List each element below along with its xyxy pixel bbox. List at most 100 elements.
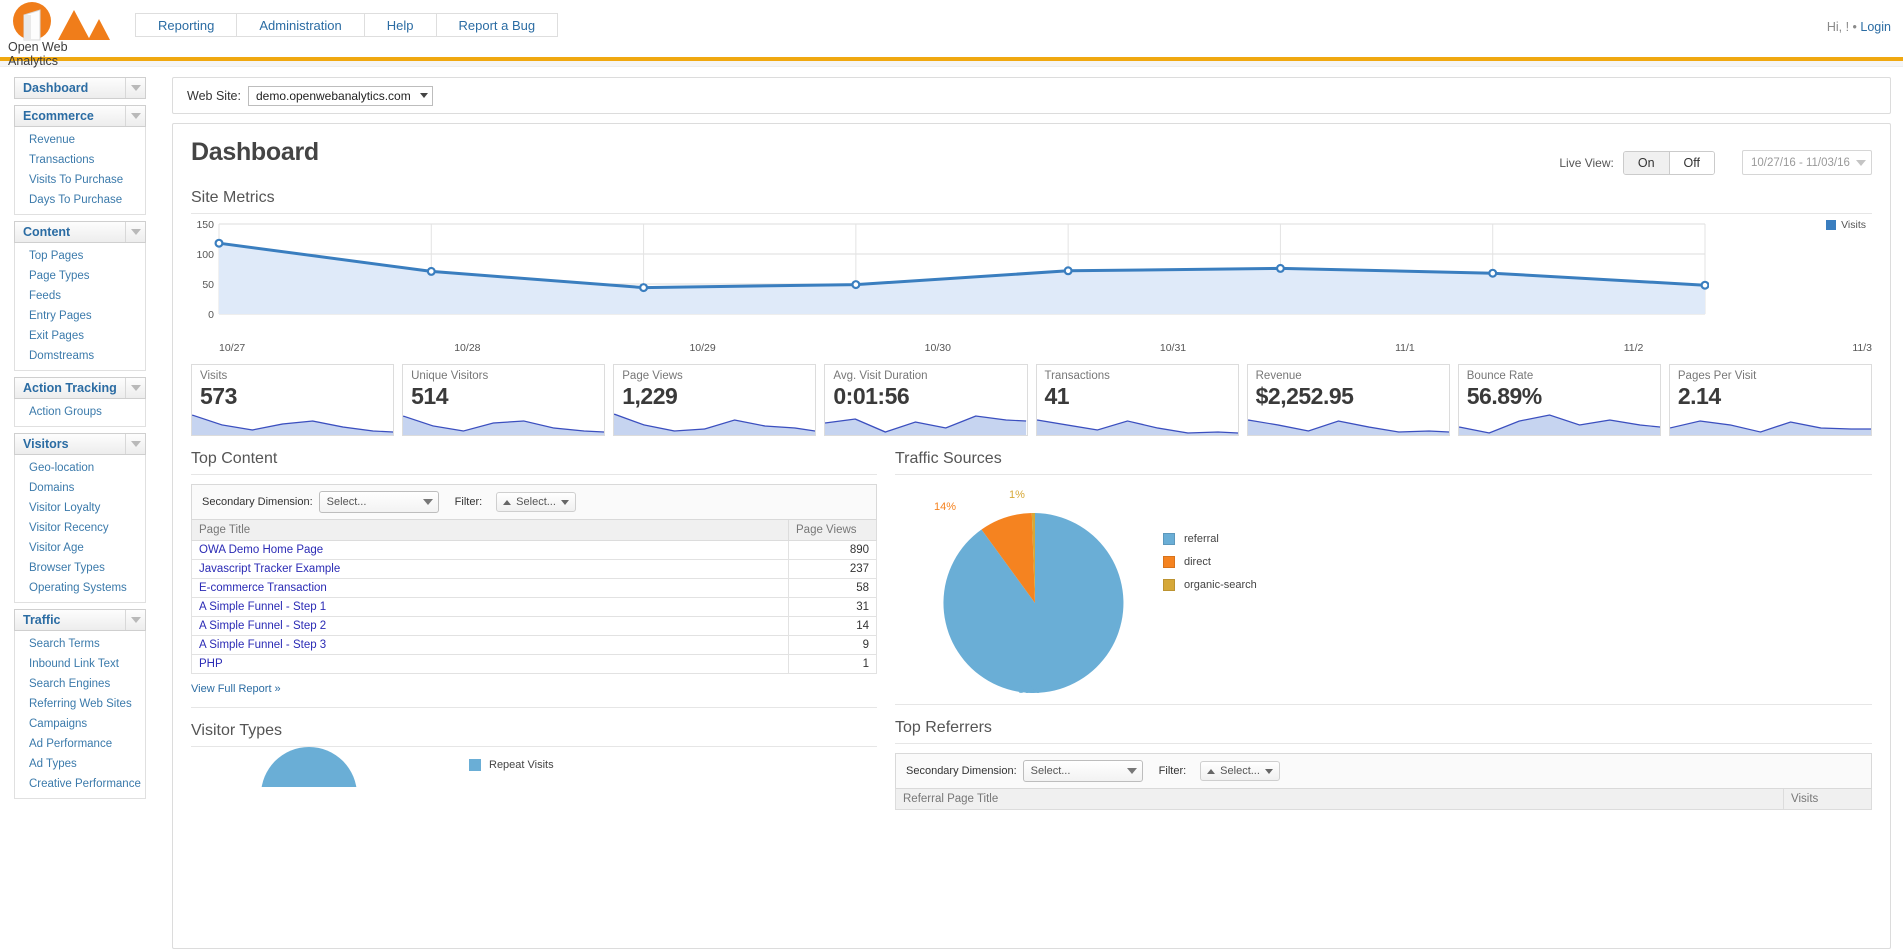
column-header-page-title[interactable]: Page Title bbox=[192, 520, 789, 541]
metric-card-page-views[interactable]: Page Views 1,229 bbox=[613, 364, 816, 436]
owa-logo[interactable]: Open Web Analytics bbox=[6, 2, 111, 56]
page-title-link[interactable]: OWA Demo Home Page bbox=[199, 544, 323, 556]
sidebar-item-search-terms[interactable]: Search Terms bbox=[15, 634, 145, 654]
sidebar-item-visitors[interactable]: Visitors bbox=[14, 433, 146, 455]
nav-tab-report-a-bug[interactable]: Report a Bug bbox=[437, 13, 559, 37]
sidebar-item-visitor-recency[interactable]: Visitor Recency bbox=[15, 518, 145, 538]
logo-wordmark: Open Web Analytics bbox=[8, 40, 111, 68]
filter-value: Select... bbox=[1220, 765, 1260, 777]
section-divider bbox=[895, 474, 1872, 475]
right-column: Traffic Sources 85% 14% 1% bbox=[895, 450, 1872, 810]
nav-tab-administration[interactable]: Administration bbox=[237, 13, 364, 37]
sidebar-item-days-to-purchase[interactable]: Days To Purchase bbox=[15, 190, 145, 210]
sidebar-item-browser-types[interactable]: Browser Types bbox=[15, 558, 145, 578]
sidebar-item-action-groups[interactable]: Action Groups bbox=[15, 402, 145, 422]
chevron-down-icon[interactable] bbox=[125, 78, 145, 98]
table-row[interactable]: E-commerce Transaction 58 bbox=[192, 579, 877, 598]
metric-label: Unique Visitors bbox=[403, 365, 604, 382]
chevron-down-icon[interactable] bbox=[125, 106, 145, 126]
sidebar-item-ad-types[interactable]: Ad Types bbox=[15, 754, 145, 774]
nav-tab-help[interactable]: Help bbox=[365, 13, 437, 37]
section-divider bbox=[191, 474, 877, 475]
table-row[interactable]: A Simple Funnel - Step 1 31 bbox=[192, 598, 877, 617]
sidebar-item-top-pages[interactable]: Top Pages bbox=[15, 246, 145, 266]
secondary-dimension-select[interactable]: Select... bbox=[319, 491, 439, 513]
date-range-picker[interactable]: 10/27/16 - 11/03/16 bbox=[1742, 150, 1872, 175]
x-tick: 11/3 bbox=[1852, 342, 1872, 354]
sidebar-item-inbound-link-text[interactable]: Inbound Link Text bbox=[15, 654, 145, 674]
website-select[interactable]: demo.openwebanalytics.com bbox=[248, 86, 433, 106]
chevron-down-icon[interactable] bbox=[125, 434, 145, 454]
column-header-page-views[interactable]: Page Views bbox=[789, 520, 877, 541]
section-divider bbox=[895, 743, 1872, 744]
table-row[interactable]: PHP 1 bbox=[192, 655, 877, 674]
metric-card-transactions[interactable]: Transactions 41 bbox=[1036, 364, 1239, 436]
page-title-link[interactable]: A Simple Funnel - Step 3 bbox=[199, 639, 326, 651]
sidebar-item-visitor-loyalty[interactable]: Visitor Loyalty bbox=[15, 498, 145, 518]
live-view-off-button[interactable]: Off bbox=[1670, 152, 1714, 174]
sidebar-item-creative-performance[interactable]: Creative Performance bbox=[15, 774, 145, 794]
chevron-down-icon[interactable] bbox=[125, 610, 145, 630]
page-title-link[interactable]: PHP bbox=[199, 658, 223, 670]
metric-card-bounce-rate[interactable]: Bounce Rate 56.89% bbox=[1458, 364, 1661, 436]
metric-label: Revenue bbox=[1248, 365, 1449, 382]
filter-value: Select... bbox=[516, 496, 556, 508]
sidebar-item-search-engines[interactable]: Search Engines bbox=[15, 674, 145, 694]
chevron-down-icon[interactable] bbox=[125, 222, 145, 242]
live-view-on-button[interactable]: On bbox=[1624, 152, 1670, 174]
metric-card-revenue[interactable]: Revenue $2,252.95 bbox=[1247, 364, 1450, 436]
sidebar-item-domains[interactable]: Domains bbox=[15, 478, 145, 498]
secondary-dimension-select[interactable]: Select... bbox=[1023, 760, 1143, 782]
chart-x-axis-labels: 10/27 10/28 10/29 10/30 10/31 11/1 11/2 … bbox=[191, 340, 1872, 354]
sidebar-item-exit-pages[interactable]: Exit Pages bbox=[15, 326, 145, 346]
chevron-down-icon[interactable] bbox=[125, 378, 145, 398]
column-header-referral-page-title[interactable]: Referral Page Title bbox=[896, 789, 1784, 810]
metric-card-pages-per-visit[interactable]: Pages Per Visit 2.14 bbox=[1669, 364, 1872, 436]
sidebar-item-traffic[interactable]: Traffic bbox=[14, 609, 146, 631]
table-row[interactable]: OWA Demo Home Page 890 bbox=[192, 541, 877, 560]
page-title-link[interactable]: A Simple Funnel - Step 1 bbox=[199, 601, 326, 613]
table-row[interactable]: Javascript Tracker Example 237 bbox=[192, 560, 877, 579]
sidebar-item-visitor-age[interactable]: Visitor Age bbox=[15, 538, 145, 558]
sidebar-item-visits-to-purchase[interactable]: Visits To Purchase bbox=[15, 170, 145, 190]
sidebar-item-geo-location[interactable]: Geo-location bbox=[15, 458, 145, 478]
sidebar-item-transactions[interactable]: Transactions bbox=[15, 150, 145, 170]
page-views-value: 1 bbox=[789, 655, 877, 674]
sidebar-item-operating-systems[interactable]: Operating Systems bbox=[15, 578, 145, 598]
sidebar-item-referring-web-sites[interactable]: Referring Web Sites bbox=[15, 694, 145, 714]
table-row[interactable]: A Simple Funnel - Step 3 9 bbox=[192, 636, 877, 655]
svg-text:1%: 1% bbox=[1009, 489, 1025, 501]
metric-card-avg-visit-duration[interactable]: Avg. Visit Duration 0:01:56 bbox=[824, 364, 1027, 436]
sidebar-item-dashboard[interactable]: Dashboard bbox=[14, 77, 146, 99]
section-divider bbox=[191, 707, 877, 708]
column-header-visits[interactable]: Visits bbox=[1784, 789, 1872, 810]
view-full-report-link[interactable]: View Full Report » bbox=[191, 683, 877, 695]
page-views-value: 14 bbox=[789, 617, 877, 636]
page-title-link[interactable]: Javascript Tracker Example bbox=[199, 563, 340, 575]
sidebar-item-campaigns[interactable]: Campaigns bbox=[15, 714, 145, 734]
metric-card-unique-visitors[interactable]: Unique Visitors 514 bbox=[402, 364, 605, 436]
metric-card-visits[interactable]: Visits 573 bbox=[191, 364, 394, 436]
page-title-link[interactable]: E-commerce Transaction bbox=[199, 582, 327, 594]
live-view-toggle[interactable]: On Off bbox=[1623, 151, 1715, 175]
table-row[interactable]: A Simple Funnel - Step 2 14 bbox=[192, 617, 877, 636]
login-link[interactable]: Login bbox=[1860, 20, 1891, 34]
sidebar-item-feeds[interactable]: Feeds bbox=[15, 286, 145, 306]
sidebar-item-revenue[interactable]: Revenue bbox=[15, 130, 145, 150]
sidebar-item-domstreams[interactable]: Domstreams bbox=[15, 346, 145, 366]
nav-tab-reporting[interactable]: Reporting bbox=[135, 13, 237, 37]
sidebar-item-ecommerce[interactable]: Ecommerce bbox=[14, 105, 146, 127]
sidebar-item-content[interactable]: Content bbox=[14, 221, 146, 243]
sidebar-item-ad-performance[interactable]: Ad Performance bbox=[15, 734, 145, 754]
page-title-link[interactable]: A Simple Funnel - Step 2 bbox=[199, 620, 326, 632]
sidebar-item-action-tracking[interactable]: Action Tracking bbox=[14, 377, 146, 399]
filter-select[interactable]: Select... bbox=[496, 492, 576, 512]
metric-value: 56.89% bbox=[1459, 382, 1660, 410]
page-views-value: 58 bbox=[789, 579, 877, 598]
filter-select[interactable]: Select... bbox=[1200, 761, 1280, 781]
legend-label-referral: referral bbox=[1184, 533, 1219, 545]
chevron-up-icon bbox=[1207, 769, 1215, 774]
sidebar-item-page-types[interactable]: Page Types bbox=[15, 266, 145, 286]
sidebar-group-label: Content bbox=[23, 225, 70, 239]
sidebar-item-entry-pages[interactable]: Entry Pages bbox=[15, 306, 145, 326]
